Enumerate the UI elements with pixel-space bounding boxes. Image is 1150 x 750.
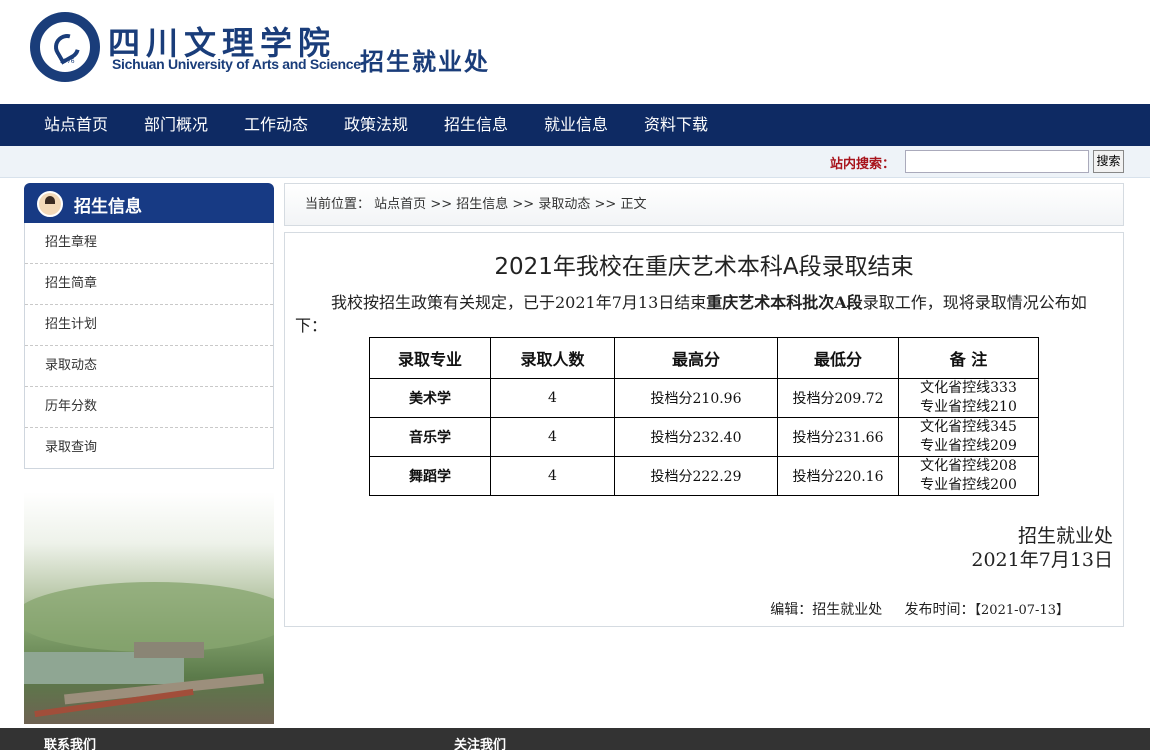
school-name-en[interactable]: Sichuan University of Arts and Science xyxy=(112,56,361,72)
breadcrumb-link-home[interactable]: 站点首页 xyxy=(374,197,426,212)
nav-item-policy[interactable]: 政策法规 xyxy=(344,104,408,146)
breadcrumb-separator: >> xyxy=(512,197,535,212)
nav-item-work-news[interactable]: 工作动态 xyxy=(244,104,308,146)
intro-text-before: 我校按招生政策有关规定，已于2021年7月13日结束 xyxy=(331,293,707,312)
nav-item-home[interactable]: 站点首页 xyxy=(44,104,108,146)
footer-contact-label: 联系我们 xyxy=(44,738,97,750)
search-input[interactable] xyxy=(905,150,1089,173)
publish-date: 【2021-07-13】 xyxy=(974,603,1069,618)
nav-item-downloads[interactable]: 资料下载 xyxy=(644,104,708,146)
note-culture-line: 文化省控线333 xyxy=(920,380,1017,396)
sidebar-item-charter[interactable]: 招生章程 xyxy=(25,223,273,264)
site-footer: 联系我们 关注我们 xyxy=(0,728,1150,750)
editor-name: 招生就业处 xyxy=(812,602,883,618)
breadcrumb-link-admission-info[interactable]: 招生信息 xyxy=(456,197,508,212)
breadcrumb-separator: >> xyxy=(594,197,617,212)
sidebar-header: 招生信息 xyxy=(24,183,274,223)
cell-major: 音乐学 xyxy=(369,417,491,457)
breadcrumb: 当前位置： 站点首页 >> 招生信息 >> 录取动态 >> 正文 xyxy=(284,183,1124,226)
cell-note: 文化省控线208 专业省控线200 xyxy=(898,456,1039,496)
column-header-major: 录取专业 xyxy=(369,337,491,379)
note-major-line: 专业省控线209 xyxy=(920,438,1017,454)
department-name: 招生就业处 xyxy=(360,48,490,76)
note-culture-line: 文化省控线345 xyxy=(920,419,1017,435)
logo-year: 1976 xyxy=(59,58,75,65)
table-row: 舞蹈学 4 投档分222.29 投档分220.16 文化省控线208 专业省控线2… xyxy=(369,456,1039,496)
sidebar-item-admission-news[interactable]: 录取动态 xyxy=(25,346,273,387)
note-major-line: 专业省控线210 xyxy=(920,399,1017,415)
cell-max-score: 投档分222.29 xyxy=(614,456,778,496)
cell-major: 舞蹈学 xyxy=(369,456,491,496)
nav-item-employment-info[interactable]: 就业信息 xyxy=(544,104,608,146)
breadcrumb-separator: >> xyxy=(430,197,453,212)
cell-max-score: 投档分232.40 xyxy=(614,417,778,457)
cell-min-score: 投档分231.66 xyxy=(777,417,899,457)
article-intro: 我校按招生政策有关规定，已于2021年7月13日结束重庆艺术本科批次A段录取工作… xyxy=(295,291,1110,337)
cell-count: 4 xyxy=(490,456,615,496)
breadcrumb-link-admission-news[interactable]: 录取动态 xyxy=(538,197,590,212)
signature-date: 2021年7月13日 xyxy=(971,549,1113,571)
site-header: 1976 四川文理学院 Sichuan University of Arts a… xyxy=(0,0,1150,104)
sidebar-item-plan[interactable]: 招生计划 xyxy=(25,305,273,346)
cell-major: 美术学 xyxy=(369,378,491,418)
admission-score-table: 录取专业 录取人数 最高分 最低分 备 注 美术学 4 投档分210.96 投档… xyxy=(369,337,1039,496)
main-nav: 站点首页 部门概况 工作动态 政策法规 招生信息 就业信息 资料下载 xyxy=(0,104,1150,146)
article-panel: 2021年我校在重庆艺术本科A段录取结束 我校按招生政策有关规定，已于2021年… xyxy=(284,232,1124,627)
cell-max-score: 投档分210.96 xyxy=(614,378,778,418)
article-meta: 编辑：招生就业处 发布时间：【2021-07-13】 xyxy=(285,599,1069,619)
note-major-line: 专业省控线200 xyxy=(920,477,1017,493)
footer-follow-label: 关注我们 xyxy=(454,738,507,750)
search-label: 站内搜索： xyxy=(830,157,896,172)
sidebar-item-past-scores[interactable]: 历年分数 xyxy=(25,387,273,428)
search-button[interactable]: 搜索 xyxy=(1093,150,1124,173)
school-emblem-icon[interactable]: 1976 xyxy=(30,12,100,82)
column-header-max-score: 最高分 xyxy=(614,337,778,379)
sidebar: 招生信息 招生章程 招生简章 招生计划 录取动态 历年分数 录取查询 xyxy=(24,183,274,469)
table-header-row: 录取专业 录取人数 最高分 最低分 备 注 xyxy=(369,337,1039,379)
publish-label: 发布时间： xyxy=(904,602,975,618)
campus-photo xyxy=(24,492,274,724)
article-title: 2021年我校在重庆艺术本科A段录取结束 xyxy=(494,254,914,280)
note-culture-line: 文化省控线208 xyxy=(920,458,1017,474)
cell-note: 文化省控线333 专业省控线210 xyxy=(898,378,1039,418)
breadcrumb-current: 正文 xyxy=(620,197,647,212)
cell-count: 4 xyxy=(490,417,615,457)
sidebar-item-brochure[interactable]: 招生简章 xyxy=(25,264,273,305)
nav-item-overview[interactable]: 部门概况 xyxy=(144,104,208,146)
cell-min-score: 投档分220.16 xyxy=(777,456,899,496)
breadcrumb-prefix: 当前位置： xyxy=(305,197,371,212)
column-header-note: 备 注 xyxy=(898,337,1039,379)
editor-label: 编辑： xyxy=(770,602,813,618)
sidebar-title: 招生信息 xyxy=(74,197,142,217)
cell-min-score: 投档分209.72 xyxy=(777,378,899,418)
table-row: 美术学 4 投档分210.96 投档分209.72 文化省控线333 专业省控线2… xyxy=(369,378,1039,418)
column-header-count: 录取人数 xyxy=(490,337,615,379)
search-bar: 站内搜索： 搜索 xyxy=(0,146,1150,178)
sidebar-list: 招生章程 招生简章 招生计划 录取动态 历年分数 录取查询 xyxy=(24,223,274,469)
cell-count: 4 xyxy=(490,378,615,418)
table-row: 音乐学 4 投档分232.40 投档分231.66 文化省控线345 专业省控线2… xyxy=(369,417,1039,457)
signature-department: 招生就业处 xyxy=(1017,525,1113,547)
student-avatar-icon xyxy=(37,191,63,217)
column-header-min-score: 最低分 xyxy=(777,337,899,379)
intro-text-bold: 重庆艺术本科批次A段 xyxy=(706,293,863,312)
nav-item-admission-info[interactable]: 招生信息 xyxy=(444,104,508,146)
cell-note: 文化省控线345 专业省控线209 xyxy=(898,417,1039,457)
sidebar-item-admission-query[interactable]: 录取查询 xyxy=(25,428,273,468)
